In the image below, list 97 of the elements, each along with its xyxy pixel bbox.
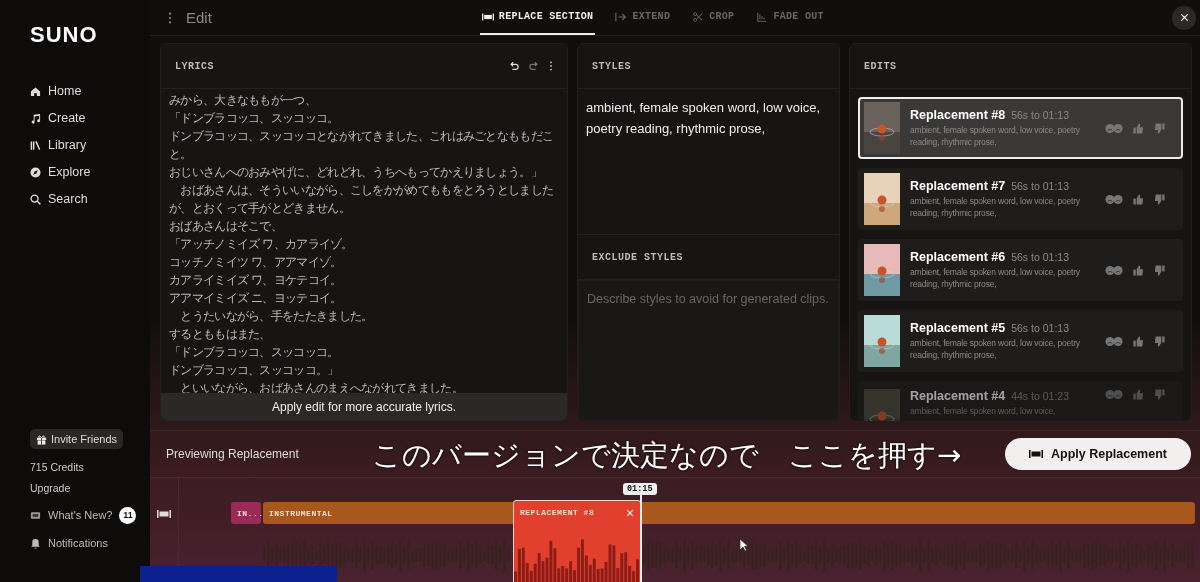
redo-icon[interactable]	[529, 61, 539, 71]
edit-item[interactable]: Replacement #5 56s to 01:13 ambient, female spoken word, low voice, poetry reading, rhythmic prose,	[858, 310, 1183, 372]
edit-tab[interactable]: REPLACE SECTION	[479, 0, 596, 35]
edit-item[interactable]: Replacement #6 56s to 01:13 ambient, female spoken word, low voice, poetry reading, rhythmic prose,	[858, 239, 1183, 301]
thumbs-down-icon[interactable]	[1154, 264, 1165, 276]
panel-title: LYRICS	[175, 60, 214, 72]
nav-item[interactable]: Explore	[30, 163, 91, 182]
lyric-line: 「ドンブラコッコ、スッコッコ。	[169, 344, 340, 361]
exclude-styles-field[interactable]: Describe styles to avoid for generated clips.	[578, 280, 839, 421]
nav-item[interactable]: Create	[30, 109, 86, 128]
lyric-line: アアマイミイズ ニ、ヨッテコイ。	[169, 290, 343, 307]
thumbs-down-icon[interactable]	[1154, 193, 1165, 205]
compass-icon	[30, 167, 41, 178]
edit-name: Replacement #8	[910, 108, 1006, 122]
bar-icon	[481, 11, 494, 22]
music-note-icon	[30, 113, 41, 124]
panel-title: EDITS	[864, 60, 897, 72]
arrow-to-right-icon	[615, 11, 628, 22]
face-icon[interactable]	[1105, 389, 1123, 400]
cursor-icon	[739, 538, 749, 552]
thumbs-up-icon[interactable]	[1133, 193, 1144, 205]
nav-item[interactable]: Home	[30, 82, 82, 101]
thumbs-up-icon[interactable]	[1133, 122, 1144, 134]
close-button[interactable]	[1172, 5, 1196, 30]
lyric-line: とうたいながら、手をたたきました。	[179, 308, 374, 325]
preview-label: Previewing Replacement	[166, 447, 299, 461]
lyric-line: ドンブラコッコ、スッコッコ。」	[169, 362, 340, 379]
thumbs-down-icon[interactable]	[1154, 389, 1165, 400]
edit-time-range: 44s to 01:23	[1011, 390, 1069, 402]
logo[interactable]: SUNO	[30, 22, 98, 48]
bar-icon	[1029, 450, 1043, 458]
message-icon	[30, 510, 41, 521]
apply-replacement-button[interactable]: Apply Replacement	[1005, 438, 1191, 470]
lyric-line: するとももはまた、	[169, 326, 272, 343]
bars-icon	[756, 11, 769, 22]
invite-friends-button[interactable]: Invite Friends	[30, 429, 124, 449]
scissors-icon	[692, 11, 705, 22]
lyric-line: コッチノミイツ ワ、アアマイゾ。	[169, 254, 343, 271]
more-icon[interactable]	[168, 11, 172, 24]
panel-title: STYLES	[592, 60, 631, 72]
edit-name: Replacement #6	[910, 250, 1006, 264]
lyric-line: 「アッチノミイズ ワ、カアライゾ。	[169, 236, 354, 253]
video-caption: このバージョンで決定なので ここを押す→	[372, 437, 962, 474]
face-icon[interactable]	[1105, 264, 1123, 276]
playhead-time: 01:15	[623, 483, 657, 495]
edit-styles: ambient, female spoken word, low voice, poetry reading, rhythmic prose,	[910, 124, 1081, 148]
edit-item[interactable]: Replacement #7 56s to 01:13 ambient, female spoken word, low voice, poetry reading, rhythmic prose,	[858, 168, 1183, 230]
more-icon[interactable]	[549, 61, 553, 71]
styles-field[interactable]: ambient, female spoken word, low voice, poetry reading, rhythmic prose,	[578, 89, 839, 235]
edit-styles: ambient, female spoken word, low voice, poetry reading, rhythmic prose,	[910, 266, 1081, 290]
thumbs-up-icon[interactable]	[1133, 264, 1144, 276]
edit-name: Replacement #4	[910, 389, 1006, 403]
panel-title: EXCLUDE STYLES	[592, 251, 683, 263]
undo-icon[interactable]	[509, 61, 519, 71]
track-segment[interactable]: IN...	[231, 502, 261, 524]
edit-time-range: 56s to 01:13	[1011, 180, 1069, 192]
thumbs-up-icon[interactable]	[1133, 335, 1144, 347]
upgrade-link[interactable]: Upgrade	[30, 482, 71, 494]
close-icon	[1179, 13, 1189, 22]
thumbs-down-icon[interactable]	[1154, 335, 1165, 347]
lyric-line: 「ドンブラコッコ、スッコッコ。	[169, 110, 340, 127]
thumbs-up-icon[interactable]	[1133, 389, 1144, 400]
bar-icon	[157, 510, 171, 518]
nav-item[interactable]: Library	[30, 136, 87, 155]
lyric-line: おばあさんは、そういいながら、こしをかがめてももをとろうとしましたが、とおくって手がとどきません。	[169, 182, 555, 217]
face-icon[interactable]	[1105, 193, 1123, 205]
whats-new-link[interactable]: What's New? 11	[30, 506, 137, 525]
edit-styles: ambient, female spoken word, low voice, poetry reading, rhythmic prose,	[910, 195, 1081, 219]
lyric-line: カアライミイズ ワ、ヨケテコイ。	[169, 272, 343, 289]
lyric-line: ドンブラコッコ、スッコッコとながれてきました、これはみごとなももだこと。	[169, 128, 555, 163]
track-segment[interactable]: REPLACEMENT #8	[513, 500, 641, 582]
nav-item[interactable]: Search	[30, 190, 88, 209]
thumbs-down-icon[interactable]	[1154, 122, 1165, 134]
lyric-line: おじいさんへのおみやげに、どれどれ、うちへもってかえりましょう。」	[169, 164, 543, 181]
library-icon	[30, 140, 41, 151]
edit-name: Replacement #5	[910, 321, 1006, 335]
face-icon[interactable]	[1105, 335, 1123, 347]
page-title: Edit	[186, 9, 212, 26]
edit-time-range: 56s to 01:13	[1011, 251, 1069, 263]
lyrics-notice: Apply edit for more accurate lyrics.	[161, 393, 567, 421]
edit-time-range: 56s to 01:13	[1011, 109, 1069, 121]
lyric-line: みから、大きなももが一つ、	[169, 92, 317, 109]
close-icon[interactable]	[626, 509, 634, 517]
home-icon	[30, 86, 41, 97]
bell-icon	[30, 538, 41, 549]
count-badge: 11	[119, 507, 137, 524]
lyric-line: おばあさんはそこで、	[169, 218, 283, 235]
edit-time-range: 56s to 01:13	[1011, 322, 1069, 334]
face-icon[interactable]	[1105, 122, 1123, 134]
edit-item[interactable]: Replacement #8 56s to 01:13 ambient, female spoken word, low voice, poetry reading, rhythmic prose,	[858, 97, 1183, 159]
edit-styles: ambient, female spoken word, low voice,	[910, 405, 1057, 417]
edit-styles: ambient, female spoken word, low voice, poetry reading, rhythmic prose,	[910, 337, 1081, 361]
search-icon	[30, 194, 41, 205]
notifications-link[interactable]: Notifications	[30, 534, 108, 553]
gift-icon	[36, 433, 47, 445]
edit-name: Replacement #7	[910, 179, 1006, 193]
credits-count: 715 Credits	[30, 461, 84, 473]
